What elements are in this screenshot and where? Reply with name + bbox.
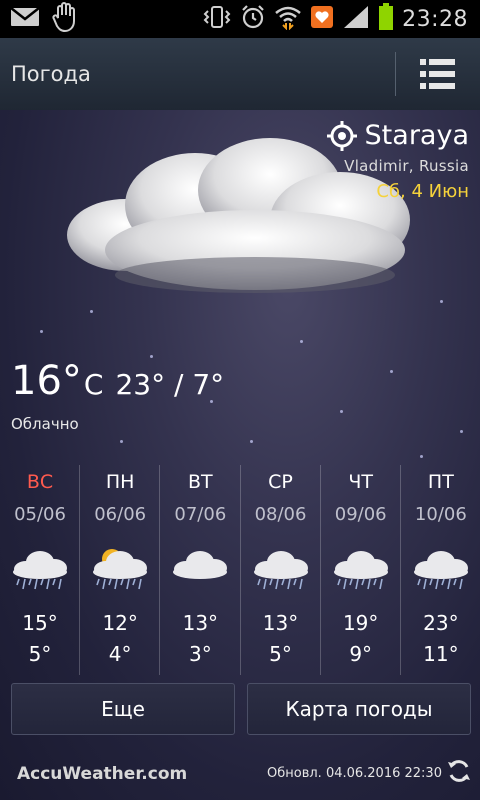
weather-panel: Staraya Vladimir, Russia Сб, 4 Июн 16° C… [0, 110, 480, 800]
forecast-low: 4° [108, 642, 132, 666]
current-temperature-row: 16° C 23° / 7° [11, 358, 224, 404]
refresh-icon [448, 760, 470, 782]
rain-cloud-icon [253, 551, 308, 590]
list-menu-button[interactable] [418, 56, 458, 92]
current-date: Сб, 4 Июн [376, 181, 469, 202]
forecast-high: 12° [102, 611, 138, 635]
forecast-high: 23° [423, 611, 459, 635]
more-button[interactable]: Еще [11, 683, 235, 735]
rain-cloud-icon [333, 551, 388, 590]
forecast-day[interactable]: ПН 06/06 12° 4° [79, 465, 159, 675]
status-bar: 23:28 [0, 0, 480, 38]
forecast-low: 11° [423, 642, 459, 666]
forecast-day-name: ЧТ [348, 471, 373, 493]
action-bar: Погода [0, 38, 480, 111]
current-temp: 16° [11, 358, 82, 404]
wifi-icon [274, 4, 302, 34]
accuweather-logo[interactable]: AccuWeather.com [17, 764, 187, 784]
forecast-date: 08/06 [254, 504, 307, 525]
battery-icon [378, 3, 394, 35]
hand-icon [52, 2, 78, 36]
weather-map-button[interactable]: Карта погоды [247, 683, 471, 735]
mail-icon [10, 6, 40, 32]
forecast-date: 09/06 [334, 504, 387, 525]
forecast-low: 9° [349, 642, 373, 666]
list-menu-icon [420, 59, 455, 89]
forecast-high: 19° [342, 611, 379, 635]
forecast-day-name: ВС [26, 471, 54, 493]
forecast-low: 5° [269, 642, 292, 666]
location-block: Staraya Vladimir, Russia Сб, 4 Июн [326, 120, 469, 202]
forecast-date: 07/06 [174, 504, 227, 525]
forecast-high: 13° [182, 611, 219, 635]
temp-unit: C [83, 368, 104, 401]
forecast-date: 05/06 [14, 504, 66, 525]
rain-cloud-icon [413, 551, 468, 590]
location-target-icon[interactable] [326, 120, 357, 151]
forecast-day[interactable]: ВС 05/06 15° 5° [0, 465, 79, 675]
last-updated: Обновл. 04.06.2016 22:30 [267, 766, 442, 781]
status-time: 23:28 [402, 6, 468, 32]
sun-rain-cloud-icon [93, 549, 148, 590]
forecast-day-name: ПН [105, 471, 135, 493]
forecast-high: 13° [262, 611, 299, 635]
condition-text: Облачно [11, 415, 79, 433]
refresh-button[interactable] [446, 758, 472, 784]
alarm-icon [240, 4, 266, 34]
forecast-day-name: ВТ [188, 471, 213, 493]
forecast-day[interactable]: ВТ 07/06 13° 3° [159, 465, 239, 675]
forecast-low: 3° [188, 642, 212, 666]
forecast-strip: ВС 05/06 15° 5° ПН 06/06 12° 4° ВТ 07/06 13° 3° СР 08… [0, 465, 480, 675]
location-name: Staraya [364, 120, 469, 151]
notification-app-icon [310, 5, 334, 33]
forecast-day-name: СР [268, 471, 293, 493]
temp-range: 23° / 7° [115, 368, 225, 401]
forecast-date: 06/06 [94, 504, 147, 525]
signal-icon [342, 4, 370, 34]
forecast-low: 5° [28, 642, 52, 666]
location-region: Vladimir, Russia [344, 157, 469, 175]
forecast-high: 15° [22, 611, 58, 635]
vibrate-icon [202, 5, 232, 33]
forecast-day[interactable]: ЧТ 09/06 19° 9° [319, 465, 400, 675]
action-bar-divider [395, 52, 396, 96]
forecast-day[interactable]: СР 08/06 13° 5° [239, 465, 320, 675]
app-title: Погода [11, 62, 91, 86]
forecast-date: 10/06 [414, 504, 467, 525]
cloud-icon [173, 551, 228, 579]
forecast-day-name: ПТ [427, 471, 454, 493]
forecast-day[interactable]: ПТ 10/06 23° 11° [399, 465, 480, 675]
rain-cloud-icon [13, 551, 67, 590]
